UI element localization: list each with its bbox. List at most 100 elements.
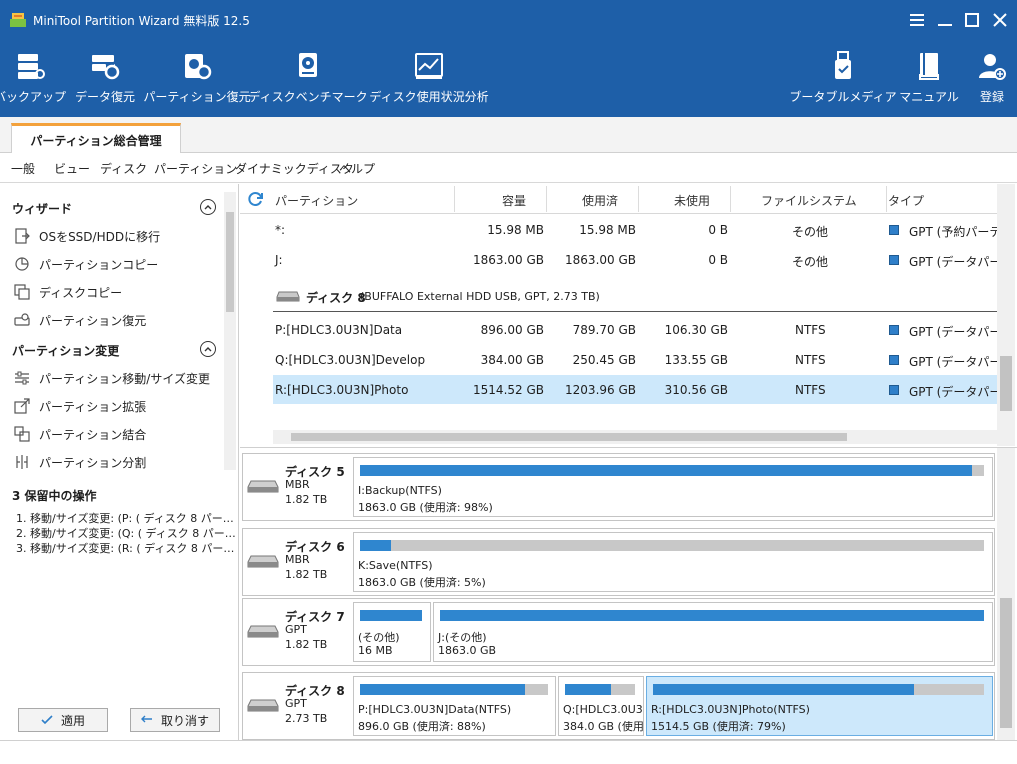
action-panel: ウィザード OSをSSD/HDDに移行 パーティションコピー ディスクコピー パ… — [0, 184, 239, 740]
disk-map-scroll-thumb[interactable] — [1000, 598, 1012, 728]
col-filesystem[interactable]: ファイルシステム — [761, 192, 857, 209]
pending-operation-item[interactable]: 2. 移動/サイズ変更: (Q: ( ディスク 8 パー… — [16, 525, 236, 541]
partition-change-section-title: パーティション変更 — [12, 344, 120, 358]
extend-partition-item[interactable]: パーティション拡張 — [14, 396, 146, 416]
cell-unused: 0 B — [708, 223, 728, 237]
data-recovery-button[interactable]: データ復元 — [75, 50, 136, 110]
app-title: MiniTool Partition Wizard 無料版 12.5 — [33, 14, 250, 28]
partition-block[interactable]: J:(その他) 1863.0 GB — [433, 602, 993, 662]
migrate-os-icon — [15, 228, 30, 244]
menu-partition[interactable]: パーティション — [154, 160, 237, 177]
migrate-os-item[interactable]: OSをSSD/HDDに移行 — [14, 226, 160, 246]
action-panel-scroll-thumb[interactable] — [226, 212, 234, 312]
table-row[interactable]: Q:[HDLC3.0U3N]Develop 384.00 GB 250.45 G… — [273, 345, 1013, 374]
menu-view[interactable]: ビュー — [54, 160, 90, 177]
maximize-icon[interactable] — [962, 10, 982, 30]
col-type[interactable]: タイプ — [888, 192, 924, 209]
usage-bar — [360, 540, 984, 551]
col-partition[interactable]: パーティション — [275, 192, 358, 209]
table-h-scroll-thumb[interactable] — [291, 433, 847, 441]
bootable-media-icon — [835, 51, 851, 79]
disk-group-desc: (BUFFALO External HDD USB, GPT, 2.73 TB) — [360, 290, 600, 303]
usage-bar-fill — [653, 684, 915, 695]
disk-block[interactable]: ディスク 5 MBR 1.82 TB I:Backup(NTFS) 1863.0… — [242, 453, 995, 521]
merge-partition-item[interactable]: パーティション結合 — [14, 424, 146, 444]
table-vertical-scrollbar[interactable] — [997, 184, 1015, 446]
action-panel-scrollbar[interactable] — [224, 192, 236, 470]
menu-help[interactable]: ヘルプ — [339, 160, 375, 177]
disk-group-name: ディスク 8 — [306, 291, 366, 305]
cell-unused: 106.30 GB — [664, 323, 728, 337]
manual-button[interactable]: マニュアル — [899, 50, 959, 110]
col-capacity[interactable]: 容量 — [502, 192, 526, 209]
menu-dynamic-disk[interactable]: ダイナミックディスク — [235, 160, 354, 177]
disk-map-scrollbar[interactable] — [997, 448, 1015, 741]
manual-label: マニュアル — [899, 90, 959, 104]
partition-block[interactable]: Q:[HDLC3.0U3 384.0 GB (使用 — [558, 676, 644, 736]
split-partition-item[interactable]: パーティション分割 — [14, 452, 146, 472]
data-recovery-label: データ復元 — [75, 90, 136, 104]
col-used[interactable]: 使用済 — [582, 192, 618, 209]
hard-disk-icon — [247, 699, 279, 712]
type-color-marker — [889, 225, 899, 235]
table-row[interactable]: J: 1863.00 GB 1863.00 GB 0 B その他 GPT (デー… — [273, 245, 1013, 274]
partition-recovery-item[interactable]: パーティション復元 — [14, 310, 146, 330]
disk-info: ディスク 5 MBR 1.82 TB — [243, 454, 353, 520]
disk-copy-item[interactable]: ディスクコピー — [14, 282, 122, 302]
wizard-collapse-icon[interactable] — [200, 199, 216, 215]
disk-block[interactable]: ディスク 8 GPT 2.73 TB P:[HDLC3.0U3N]Data(NT… — [242, 672, 995, 740]
col-unused[interactable]: 未使用 — [674, 192, 710, 209]
table-v-scroll-thumb[interactable] — [1000, 356, 1012, 411]
backup-button[interactable]: バックアップ — [0, 50, 66, 110]
pending-operation-item[interactable]: 3. 移動/サイズ変更: (R: ( ディスク 8 パー… — [16, 540, 234, 556]
table-row[interactable]: P:[HDLC3.0U3N]Data 896.00 GB 789.70 GB 1… — [273, 315, 1013, 344]
partition-block[interactable]: K:Save(NTFS) 1863.0 GB (使用済: 5%) — [353, 532, 993, 592]
tab-partition-management[interactable]: パーティション総合管理 — [11, 123, 181, 154]
disk-group-header[interactable]: ディスク 8 (BUFFALO External HDD USB, GPT, 2… — [273, 280, 997, 312]
partition-label: P:[HDLC3.0U3N]Data(NTFS) — [358, 703, 512, 716]
partition-label: (その他) — [358, 631, 400, 644]
partition-recovery-button[interactable]: パーティション復元 — [143, 50, 251, 110]
menu-icon[interactable] — [907, 10, 927, 30]
refresh-icon[interactable] — [248, 191, 264, 207]
extend-partition-label: パーティション拡張 — [39, 399, 147, 414]
minimize-icon[interactable] — [935, 10, 955, 30]
bootable-media-label: ブータブルメディア — [789, 90, 897, 104]
bootable-media-button[interactable]: ブータブルメディア — [789, 50, 897, 110]
disk-block[interactable]: ディスク 7 GPT 1.82 TB (その他) 16 MB J:(その他) 1… — [242, 598, 995, 666]
disk-benchmark-button[interactable]: ディスクベンチマーク — [248, 50, 368, 110]
backup-icon — [18, 54, 45, 79]
merge-partition-label: パーティション結合 — [39, 427, 147, 442]
close-icon[interactable] — [990, 10, 1010, 30]
disk-size: 2.73 TB — [285, 712, 328, 725]
disk-block[interactable]: ディスク 6 MBR 1.82 TB K:Save(NTFS) 1863.0 G… — [242, 528, 995, 596]
check-icon — [41, 715, 53, 725]
partition-block[interactable]: P:[HDLC3.0U3N]Data(NTFS) 896.0 GB (使用済: … — [353, 676, 556, 736]
table-row[interactable]: *: 15.98 MB 15.98 MB 0 B その他 GPT (予約パーティ — [273, 215, 1013, 244]
usage-bar — [565, 684, 635, 695]
partition-block[interactable]: (その他) 16 MB — [353, 602, 431, 662]
partition-copy-icon — [15, 257, 29, 271]
pending-operation-item[interactable]: 1. 移動/サイズ変更: (P: ( ディスク 8 パー… — [16, 510, 234, 526]
split-partition-icon — [16, 455, 28, 469]
cell-capacity: 15.98 MB — [487, 223, 544, 237]
table-row-selected[interactable]: R:[HDLC3.0U3N]Photo 1514.52 GB 1203.96 G… — [273, 375, 1013, 404]
change-collapse-icon[interactable] — [200, 341, 216, 357]
usage-bar-fill — [360, 540, 392, 551]
menu-disk[interactable]: ディスク — [100, 160, 147, 177]
partition-block[interactable]: I:Backup(NTFS) 1863.0 GB (使用済: 98%) — [353, 457, 993, 517]
partition-copy-label: パーティションコピー — [39, 257, 159, 272]
partition-block-selected[interactable]: R:[HDLC3.0U3N]Photo(NTFS) 1514.5 GB (使用済… — [646, 676, 993, 736]
hard-disk-icon — [247, 625, 279, 638]
space-analyzer-button[interactable]: ディスク使用状況分析 — [369, 50, 489, 110]
move-resize-item[interactable]: パーティション移動/サイズ変更 — [14, 368, 210, 388]
menu-general[interactable]: 一般 — [11, 160, 35, 177]
register-button[interactable]: 登録 — [976, 50, 1008, 110]
partition-copy-item[interactable]: パーティションコピー — [14, 254, 158, 274]
disk-size: 1.82 TB — [285, 568, 328, 581]
backup-label: バックアップ — [0, 90, 67, 104]
undo-button[interactable]: 取り消す — [130, 708, 220, 732]
table-horizontal-scrollbar[interactable] — [273, 430, 997, 444]
cell-partition: P:[HDLC3.0U3N]Data — [275, 323, 403, 337]
apply-button[interactable]: 適用 — [18, 708, 108, 732]
